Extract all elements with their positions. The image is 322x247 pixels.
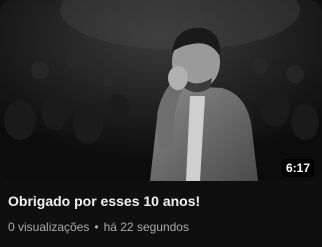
video-thumbnail[interactable]: 6:17 [0,0,322,181]
upload-age: há 22 segundos [103,220,189,234]
view-count: 0 visualizações [8,220,90,234]
video-meta: 0 visualizações • há 22 segundos [8,218,314,236]
duration-badge: 6:17 [281,159,314,177]
thumbnail-image [0,0,322,181]
video-title[interactable]: Obrigado por esses 10 anos! [8,191,314,211]
meta-separator: • [94,220,99,234]
video-card[interactable]: 6:17 Obrigado por esses 10 anos! 0 visua… [0,0,322,247]
